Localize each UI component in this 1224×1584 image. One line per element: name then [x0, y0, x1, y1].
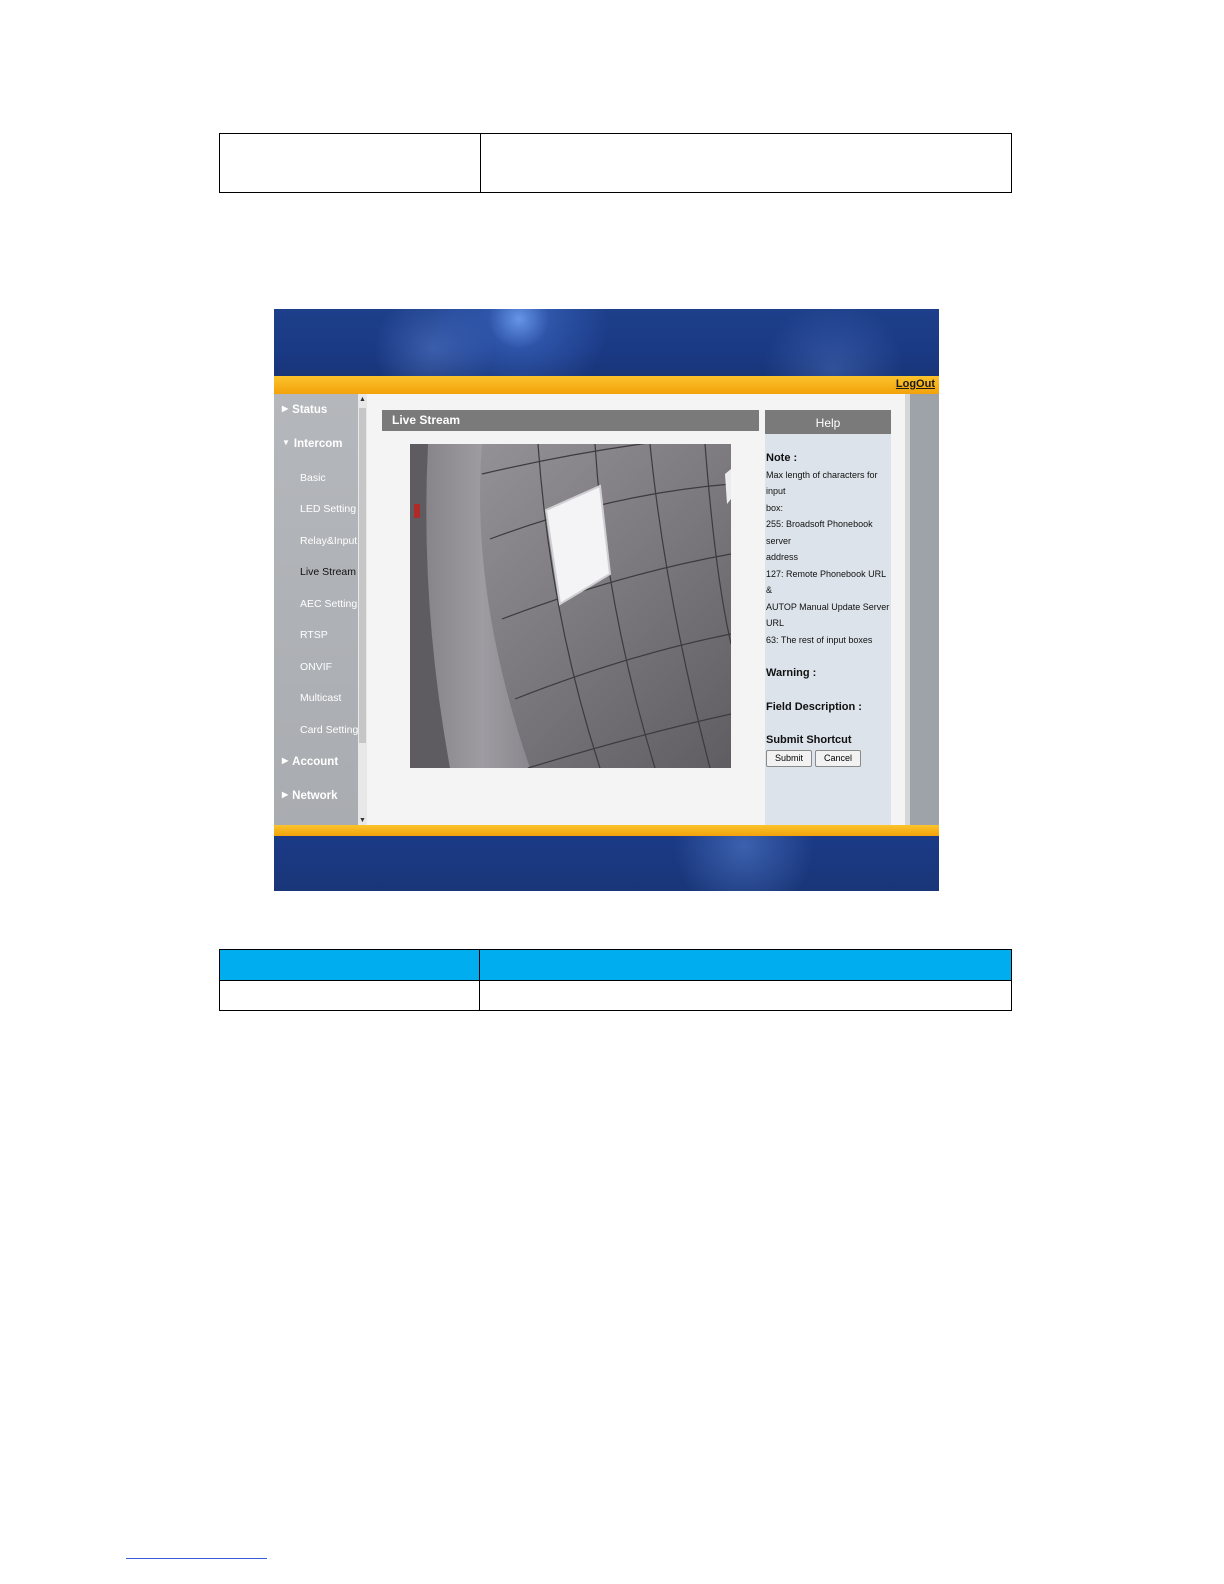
web-ui-screenshot: LogOut ▶ Status ▼ Intercom Basic LED Setti… — [274, 309, 939, 891]
warning-heading: Warning : — [766, 667, 817, 679]
help-panel: Help Note : Max length of characters for… — [765, 410, 891, 825]
document-table-bottom — [219, 949, 1012, 1011]
sidebar-item-label: Status — [292, 404, 328, 416]
header-banner — [274, 309, 939, 376]
bottom-toolbar — [274, 825, 939, 836]
strip-edge — [905, 394, 910, 825]
table-cell — [481, 134, 1011, 192]
caret-down-icon: ▼ — [282, 438, 290, 447]
sidebar-item-status[interactable]: ▶ Status — [282, 404, 327, 416]
right-margin-strip — [905, 394, 939, 825]
sidebar-item-multicast[interactable]: Multicast — [300, 692, 341, 704]
caret-right-icon: ▶ — [282, 756, 289, 765]
help-title: Help — [765, 410, 891, 434]
sidebar-item-label: Intercom — [293, 438, 343, 450]
table-cell — [220, 981, 480, 1011]
sidebar-item-aec-setting[interactable]: AEC Setting — [300, 598, 357, 610]
table-row — [220, 981, 1011, 1011]
note-line: 63: The rest of input boxes — [766, 634, 873, 645]
note-heading: Note : — [766, 452, 798, 464]
help-body: Note : Max length of characters for inpu… — [765, 434, 891, 767]
note-line: 255: Broadsoft Phonebook server — [766, 519, 873, 546]
page-title: Live Stream — [382, 410, 759, 431]
sidebar-item-account[interactable]: ▶ Account — [282, 756, 338, 768]
sidebar-item-led-setting[interactable]: LED Setting — [300, 503, 356, 515]
sidebar-item-onvif[interactable]: ONVIF — [300, 661, 332, 673]
note-line: Max length of characters for input — [766, 469, 878, 497]
note-line: 127: Remote Phonebook URL & — [766, 568, 886, 596]
sidebar-item-label: Account — [292, 756, 339, 768]
camera-frame-image — [410, 444, 731, 768]
scrollbar-thumb[interactable] — [359, 408, 366, 743]
table-header-cell — [480, 950, 1011, 980]
table-cell — [480, 981, 1011, 1011]
table-cell — [220, 134, 481, 192]
footer-banner — [274, 836, 939, 891]
sidebar-item-basic[interactable]: Basic — [300, 472, 326, 484]
submit-shortcut-heading: Submit Shortcut — [766, 734, 852, 746]
sidebar-item-label: Network — [292, 790, 338, 802]
sidebar-item-rtsp[interactable]: RTSP — [300, 629, 328, 641]
table-header-cell — [220, 950, 480, 980]
caret-right-icon: ▶ — [282, 404, 289, 413]
sidebar-item-card-setting[interactable]: Card Setting — [300, 724, 358, 736]
footer-link-underline — [126, 1558, 267, 1559]
note-line: AUTOP Manual Update Server URL — [766, 601, 890, 629]
note-line: address — [766, 552, 799, 562]
sidebar-item-intercom[interactable]: ▼ Intercom — [282, 438, 343, 450]
sidebar-item-live-stream[interactable]: Live Stream — [300, 566, 356, 578]
sidebar-item-relay-input[interactable]: Relay&Input — [300, 535, 357, 547]
document-table-top — [219, 133, 1012, 193]
top-toolbar: LogOut — [274, 376, 939, 394]
caret-right-icon: ▶ — [282, 790, 289, 799]
main-content: Live Stream Help Note: Max length of ch… — [367, 394, 905, 825]
table-header-row — [220, 950, 1011, 981]
sidebar-item-network[interactable]: ▶ Network — [282, 790, 338, 802]
live-stream-video — [410, 444, 731, 768]
note-line: box: — [766, 502, 784, 513]
shortcut-buttons: Submit Cancel — [766, 749, 891, 767]
logout-link[interactable]: LogOut — [896, 378, 935, 390]
cancel-button[interactable]: Cancel — [815, 749, 862, 767]
sidebar-nav: ▶ Status ▼ Intercom Basic LED Setting Rela… — [274, 394, 358, 825]
scroll-down-icon[interactable]: ▼ — [359, 817, 366, 824]
submit-button[interactable]: Submit — [766, 749, 813, 767]
field-description-heading: Field Description : — [766, 700, 862, 713]
sidebar-scrollbar[interactable]: ▲ ▼ — [358, 394, 367, 825]
scroll-up-icon[interactable]: ▲ — [359, 396, 366, 403]
